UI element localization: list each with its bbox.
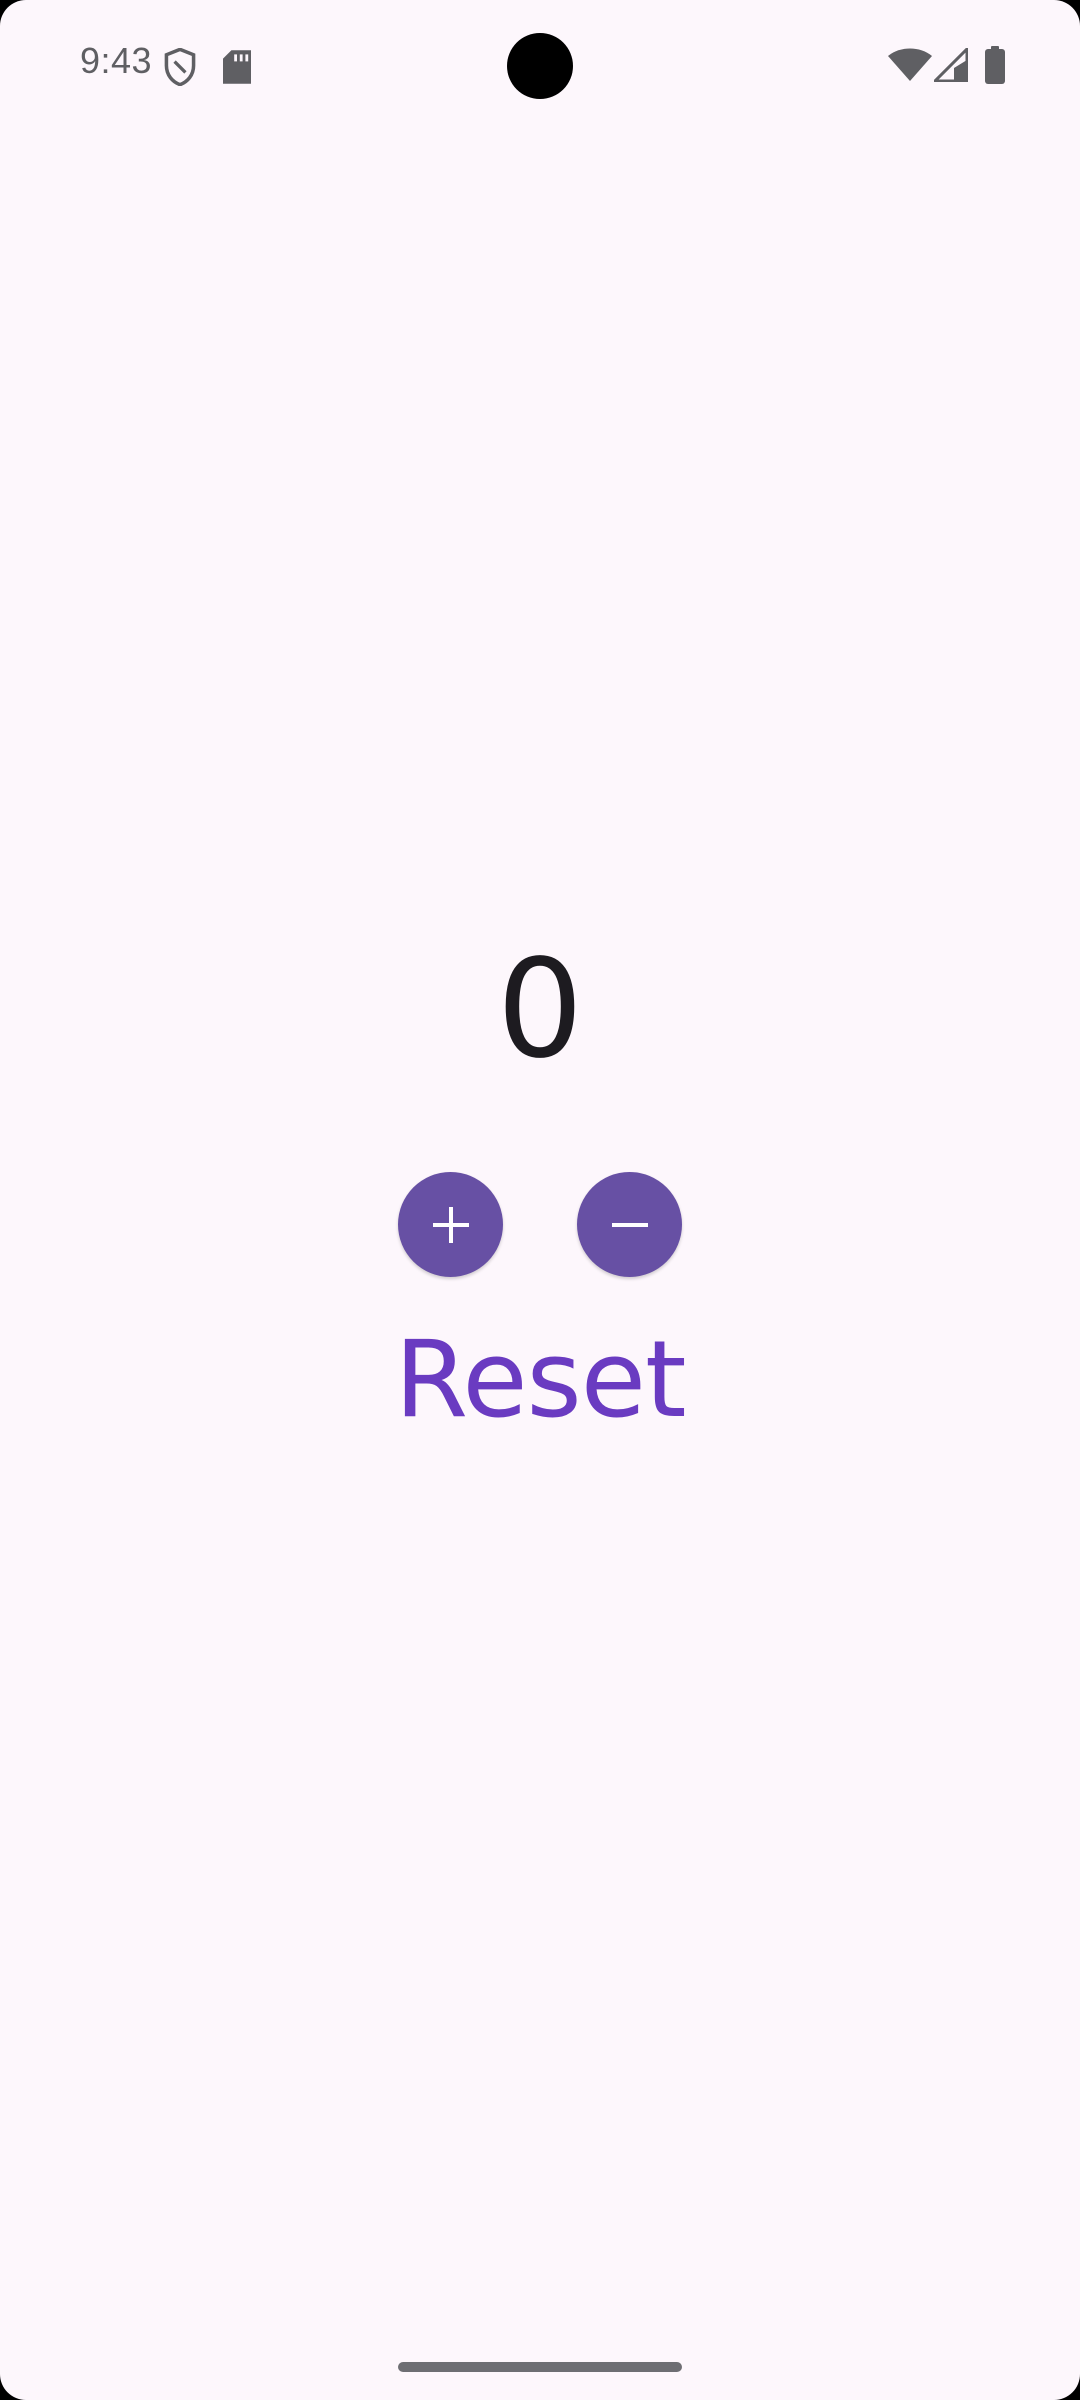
app-screen: 9:43 0 Reset [0,0,1080,2400]
front-camera [507,33,573,99]
increment-button[interactable] [398,1172,503,1277]
reset-button[interactable]: Reset [340,1310,740,1450]
minus-icon [611,1222,648,1227]
shield-icon [164,48,196,86]
wifi-icon [888,48,932,81]
cell-signal-icon [934,48,968,82]
counter-value: 0 [496,931,584,1089]
status-bar: 9:43 [0,0,1080,132]
battery-icon [985,46,1005,84]
status-time: 9:43 [80,40,153,81]
plus-icon [432,1206,469,1243]
sd-card-icon [223,50,251,84]
decrement-button[interactable] [577,1172,682,1277]
home-indicator[interactable] [398,2362,682,2372]
